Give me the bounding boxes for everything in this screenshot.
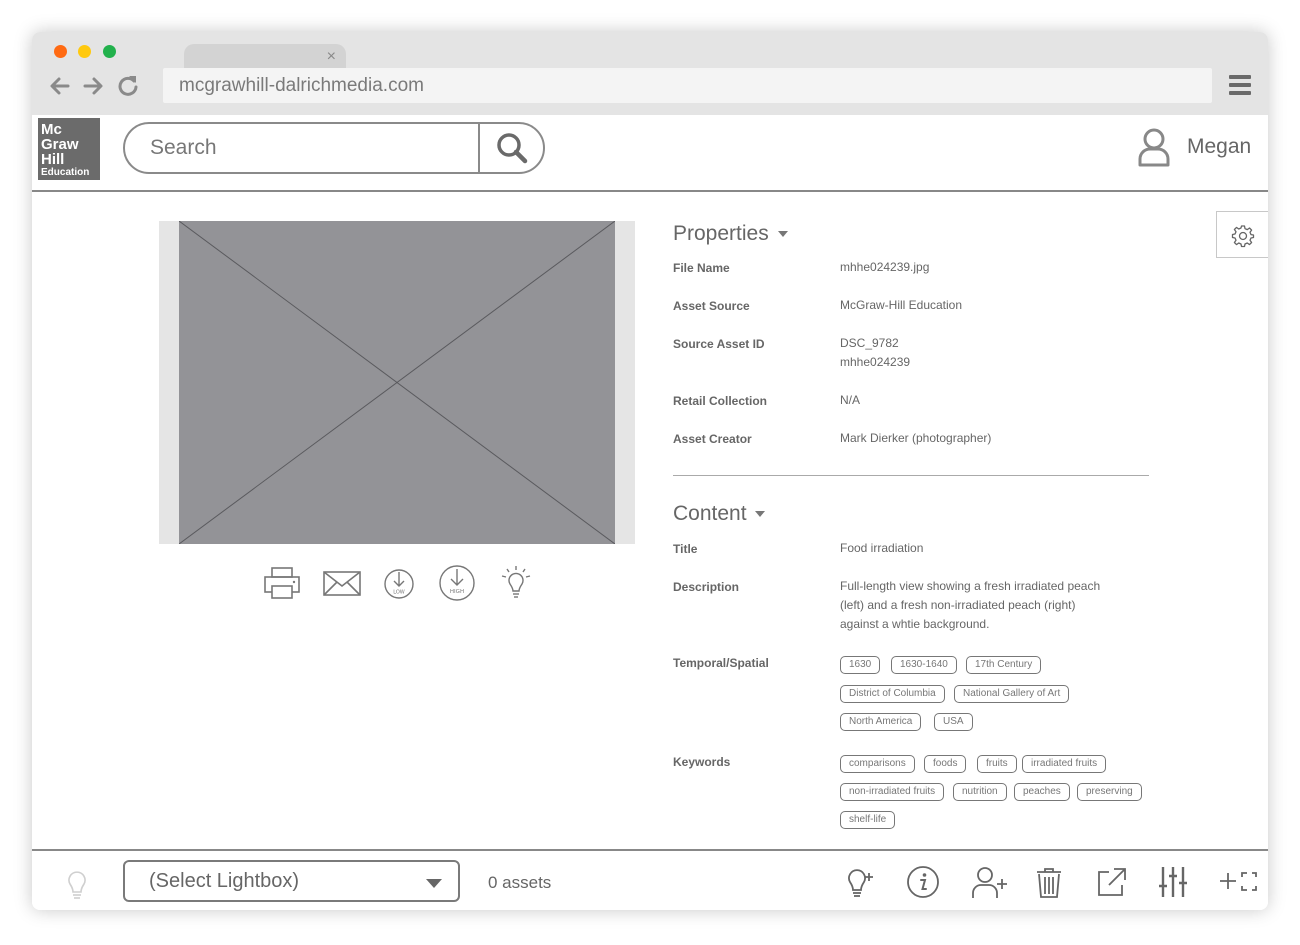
lightbox-select[interactable]: (Select Lightbox) (123, 860, 460, 902)
keyword-tag[interactable]: preserving (1077, 783, 1142, 801)
maximize-window-dot[interactable] (103, 45, 116, 58)
title-value: Food irradiation (840, 541, 924, 555)
trash-icon[interactable] (1032, 865, 1066, 899)
asset-creator-value: Mark Dierker (photographer) (840, 431, 992, 445)
keyword-tag[interactable]: foods (924, 755, 967, 773)
settings-tab[interactable] (1216, 211, 1268, 258)
keyword-tag[interactable]: comparisons (840, 755, 915, 773)
section-divider (673, 475, 1149, 476)
menu-icon[interactable] (1229, 73, 1251, 97)
keyword-tag[interactable]: shelf-life (840, 811, 896, 829)
keyword-tag[interactable]: non-irradiated fruits (840, 783, 945, 801)
add-idea-icon[interactable] (842, 865, 876, 899)
search-box (123, 122, 545, 174)
file-name-label: File Name (673, 261, 730, 275)
asset-source-label: Asset Source (673, 299, 750, 313)
lightbulb-icon[interactable] (60, 865, 94, 901)
image-placeholder (179, 221, 615, 544)
temporal-tag[interactable]: 1630 (840, 656, 881, 674)
lightbulb-icon[interactable] (499, 564, 533, 602)
description-label: Description (673, 580, 740, 594)
forward-icon[interactable] (79, 72, 105, 100)
description-line: (left) and a fresh non-irradiated peach … (840, 598, 1076, 612)
add-user-icon[interactable] (971, 865, 1009, 899)
keyword-tag[interactable]: peaches (1014, 783, 1070, 801)
share-icon[interactable] (1095, 865, 1129, 899)
file-name-value: mhhe024239.jpg (840, 260, 930, 274)
retail-collection-value: N/A (840, 393, 861, 407)
search-input[interactable] (127, 126, 477, 170)
address-bar[interactable]: mcgrawhill-dalrichmedia.com (163, 68, 1212, 103)
retail-collection-label: Retail Collection (673, 394, 768, 408)
source-asset-id-label: Source Asset ID (673, 337, 765, 351)
browser-tab[interactable]: × (184, 44, 346, 70)
source-asset-id-value-2: mhhe024239 (840, 355, 911, 369)
chevron-down-icon (426, 879, 442, 888)
mcgraw-hill-logo[interactable]: Mc Graw Hill Education (38, 118, 100, 180)
search-divider (478, 124, 480, 172)
asset-count: 0 assets (488, 873, 552, 892)
description-line: against a whtie background. (840, 617, 990, 631)
source-asset-id-value: DSC_9782 (840, 336, 899, 350)
app-header: Mc Graw Hill Education Megan (32, 115, 1268, 192)
lightbox-select-value: (Select Lightbox) (149, 870, 300, 892)
info-icon[interactable] (906, 865, 940, 899)
email-icon[interactable] (322, 564, 362, 602)
adjust-icon[interactable] (1156, 865, 1190, 899)
temporal-tag[interactable]: 1630-1640 (891, 656, 957, 674)
temporal-spatial-label: Temporal/Spatial (673, 656, 769, 670)
lightbox-bar: (Select Lightbox) 0 assets (32, 849, 1268, 910)
reload-icon[interactable] (115, 72, 141, 100)
download-low-icon[interactable]: LOW (382, 564, 416, 602)
user-icon[interactable] (1137, 127, 1171, 167)
gear-icon (1231, 225, 1255, 248)
keyword-tag[interactable]: nutrition (953, 783, 1007, 801)
keyword-tag[interactable]: fruits (977, 755, 1017, 773)
keywords-label: Keywords (673, 755, 731, 769)
download-high-icon[interactable]: HIGH (437, 564, 477, 602)
properties-heading[interactable]: Properties (673, 222, 769, 246)
back-icon[interactable] (48, 72, 74, 100)
add-fullscreen-icon[interactable] (1218, 865, 1258, 899)
temporal-tag[interactable]: District of Columbia (840, 685, 945, 703)
download-high-label: HIGH (450, 589, 464, 595)
temporal-tag[interactable]: 17th Century (966, 656, 1042, 674)
print-icon[interactable] (263, 564, 301, 602)
temporal-tag[interactable]: North America (840, 713, 922, 731)
user-name[interactable]: Megan (1187, 135, 1251, 159)
tab-close-icon[interactable]: × (327, 47, 336, 67)
temporal-tag[interactable]: National Gallery of Art (954, 685, 1070, 703)
temporal-tag[interactable]: USA (934, 713, 973, 731)
download-low-label: LOW (393, 590, 405, 596)
close-window-dot[interactable] (54, 45, 67, 58)
content-caret-icon[interactable] (755, 511, 765, 517)
title-label: Title (673, 542, 698, 556)
content-heading[interactable]: Content (673, 502, 747, 526)
description-line: Full-length view showing a fresh irradia… (840, 579, 1101, 593)
browser-chrome: × mcgrawhill-dalrichmedia.com (32, 32, 1268, 115)
browser-window: × mcgrawhill-dalrichmedia.com Mc Graw Hi… (32, 32, 1268, 910)
asset-creator-label: Asset Creator (673, 432, 752, 446)
keyword-tag[interactable]: irradiated fruits (1022, 755, 1107, 773)
minimize-window-dot[interactable] (78, 45, 91, 58)
asset-source-value: McGraw-Hill Education (840, 298, 963, 312)
properties-caret-icon[interactable] (778, 231, 788, 237)
search-icon[interactable] (482, 124, 543, 172)
